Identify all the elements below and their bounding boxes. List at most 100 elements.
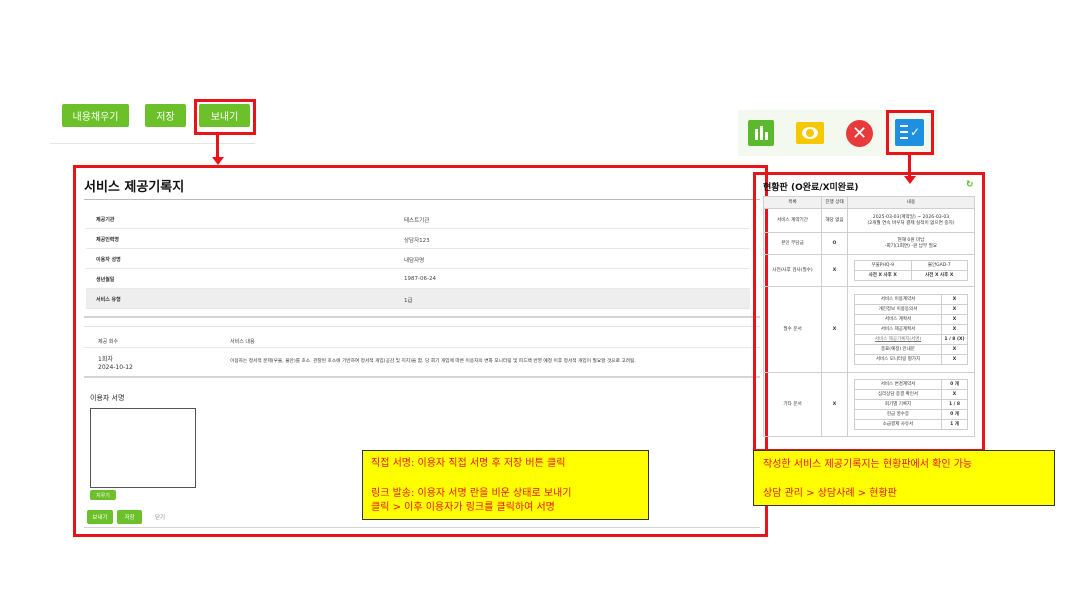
signature-pad[interactable]	[90, 408, 196, 488]
row-label: 사전/사후 검사(필수)	[763, 254, 822, 287]
row-state: X	[821, 286, 848, 373]
row-state: O	[821, 232, 848, 255]
table-row: 본인 부담금 O 현재 0원 미납 -회기(1회면) -원 납부 필요	[763, 232, 975, 255]
toolbar-divider	[50, 143, 255, 144]
footer-close-button[interactable]: 닫기	[155, 513, 165, 521]
save-button[interactable]: 저장	[145, 104, 186, 127]
close-circle-icon[interactable]: ✕	[846, 120, 873, 147]
field-label: 이용자 성명	[96, 257, 121, 263]
info-row-birthdate: 생년월일 1987-06-24	[86, 269, 750, 289]
doc-name: 소급결제 사유서	[854, 419, 942, 430]
doc-mark: X	[941, 294, 968, 305]
info-row-client-name: 이용자 성명 내담자명	[86, 249, 750, 269]
content-line: -회기(1회면) -원 납부 필요	[884, 243, 938, 249]
refresh-icon[interactable]: ↻	[966, 180, 974, 190]
list-item: 서비스 모니터링 평가지 X	[854, 354, 968, 365]
info-row-service-type: 서비스 유형 1급	[86, 289, 750, 309]
row-content: 우울PHQ-9 불안GAD-7 사전 X 사후 X 사전 X 사후 X	[847, 254, 975, 287]
doc-mark: 0 개	[941, 379, 968, 390]
doc-mark: X	[941, 354, 968, 365]
list-item: 서비스 이용계약서 X	[854, 294, 968, 305]
checklist-icon[interactable]: ✓	[895, 119, 924, 146]
table-row: 사전/사후 검사(필수) X 우울PHQ-9 불안GAD-7 사전 X 사후 X사…	[763, 254, 975, 287]
row-state: X	[821, 372, 848, 437]
required-docs-subtable: 서비스 이용계약서 X 개인정보 이용동의서 X 서비스 계획서 X 서비스 제공계획…	[854, 294, 968, 365]
col-header: 목록	[763, 196, 822, 209]
doc-mark: X	[941, 389, 968, 400]
row-content: 현재 0원 미납 -회기(1회면) -원 납부 필요	[847, 232, 975, 255]
row-state: X	[821, 254, 848, 287]
doc-mark: 1 / 8 (X)	[941, 334, 968, 345]
list-item: 서비스 제공기록지(서명) 1 / 8 (X)	[854, 334, 968, 345]
field-label: 제공기관	[96, 217, 115, 223]
status-table: 목록 진행 상태 내용 서비스 계약기간 해당 없음 2025-03-03(계약…	[763, 196, 975, 437]
table-row: 서비스 계약기간 해당 없음 2025-03-03(계약일) ~ 2026-03…	[763, 208, 975, 233]
list-item: 서비스 변경계약서 0 개	[854, 379, 968, 390]
col-header: 내용	[847, 196, 975, 209]
row-content: 2025-03-03(계약일) ~ 2026-03-03 (2개월 연속 바우처 …	[847, 208, 975, 233]
field-label: 제공인력명	[96, 237, 120, 243]
row-content: 서비스 변경계약서 0 개 심리상담 종결 확인서 X 회기별 기록지 1 / 8 현…	[847, 372, 975, 437]
doc-name: 심리상담 종결 확인서	[854, 389, 942, 400]
session-content: 이용자는 정서적 문제(우울, 불안)를 호소. 관찰된 호소에 기반하여 정서…	[230, 359, 636, 364]
callout-text: 상담 관리 > 상담사례 > 현황판	[763, 488, 897, 499]
bar-chart-icon[interactable]	[748, 120, 774, 146]
doc-mark: X	[941, 314, 968, 325]
doc-name: 서비스 모니터링 평가지	[854, 354, 942, 365]
field-value: 1987-06-24	[404, 276, 436, 282]
field-value: 상담자123	[404, 238, 430, 244]
table-row: 기타 문서 X 서비스 변경계약서 0 개 심리상담 종결 확인서 X 회기별 기록…	[763, 372, 975, 437]
divider	[84, 199, 760, 200]
row-content: 서비스 이용계약서 X 개인정보 이용동의서 X 서비스 계획서 X 서비스 제공계획…	[847, 286, 975, 373]
list-item: 회기별 기록지 1 / 8	[854, 399, 968, 410]
test-status: 사전 X 사후 X	[910, 270, 968, 281]
callout-text: 링크 발송: 이용자 서명 란을 비운 상태로 보내기	[371, 488, 572, 499]
doc-link[interactable]: 서비스 제공기록지(서명)	[854, 334, 942, 345]
signature-label: 이용자 서명	[90, 394, 125, 402]
doc-name: 서비스 제공계획서	[854, 324, 942, 335]
callout-text: 작성한 서비스 제공기록지는 현황판에서 확인 가능	[763, 459, 973, 470]
session-count: 1회차	[98, 356, 113, 363]
field-label: 서비스 유형	[96, 297, 121, 303]
send-button-highlight	[194, 99, 256, 135]
test-status: 사전 X 사후 X	[854, 270, 912, 281]
content-line: (2개월 연속 바우처 결제 실적이 없으면 중지)	[867, 220, 955, 226]
row-state: 해당 없음	[821, 208, 848, 233]
callout-text: 클릭 > 이후 이용자가 링크를 클릭하여 서명	[371, 502, 555, 513]
row-label: 본인 부담금	[763, 232, 822, 255]
divider	[84, 527, 760, 528]
list-item: 개인정보 이용동의서 X	[854, 304, 968, 315]
info-row-provider: 제공기관 테스트기관	[86, 209, 750, 229]
erase-signature-button[interactable]: 지우기	[90, 490, 116, 500]
divider	[84, 316, 760, 318]
status-guide-callout: 작성한 서비스 제공기록지는 현황판에서 확인 가능 상담 관리 > 상담사례 …	[753, 450, 1055, 506]
list-item: 서비스 계획서 X	[854, 314, 968, 325]
list-item: 서비스 제공계획서 X	[854, 324, 968, 335]
doc-name: 서비스 변경계약서	[854, 379, 942, 390]
arrow-line	[216, 135, 219, 157]
list-item: 종료(예정) 안내문 X	[854, 344, 968, 355]
callout-text: 직접 서명: 이용자 직접 서명 후 저장 버튼 클릭	[371, 458, 566, 469]
doc-mark: X	[941, 344, 968, 355]
eye-icon[interactable]	[796, 122, 824, 144]
doc-name: 서비스 계획서	[854, 314, 942, 325]
session-table: 제공 회수 서비스 내용 1회차 2024-10-12 이용자는 정서적 문제(…	[84, 326, 760, 378]
field-value: 1급	[404, 298, 413, 304]
row-label: 기타 문서	[763, 372, 822, 437]
doc-name: 회기별 기록지	[854, 399, 942, 410]
doc-mark: X	[941, 324, 968, 335]
session-date: 2024-10-12	[98, 364, 133, 371]
doc-mark: 1 개	[941, 419, 968, 430]
field-value: 테스트기관	[404, 218, 430, 224]
list-item: 소급결제 사유서 1 개	[854, 419, 968, 430]
status-title: 현황판 (O완료/X미완료)	[763, 183, 859, 193]
session-count-header: 제공 회수	[98, 339, 118, 345]
footer-save-button[interactable]: 저장	[117, 510, 142, 524]
fill-content-button[interactable]: 내용채우기	[62, 104, 129, 127]
info-row-counselor: 제공인력명 상담자123	[86, 229, 750, 249]
field-value: 내담자명	[404, 258, 425, 264]
test-label: 불안GAD-7	[910, 260, 968, 271]
footer-send-button[interactable]: 보내기	[87, 510, 113, 524]
session-content-header: 서비스 내용	[230, 339, 255, 345]
doc-name: 종료(예정) 안내문	[854, 344, 942, 355]
